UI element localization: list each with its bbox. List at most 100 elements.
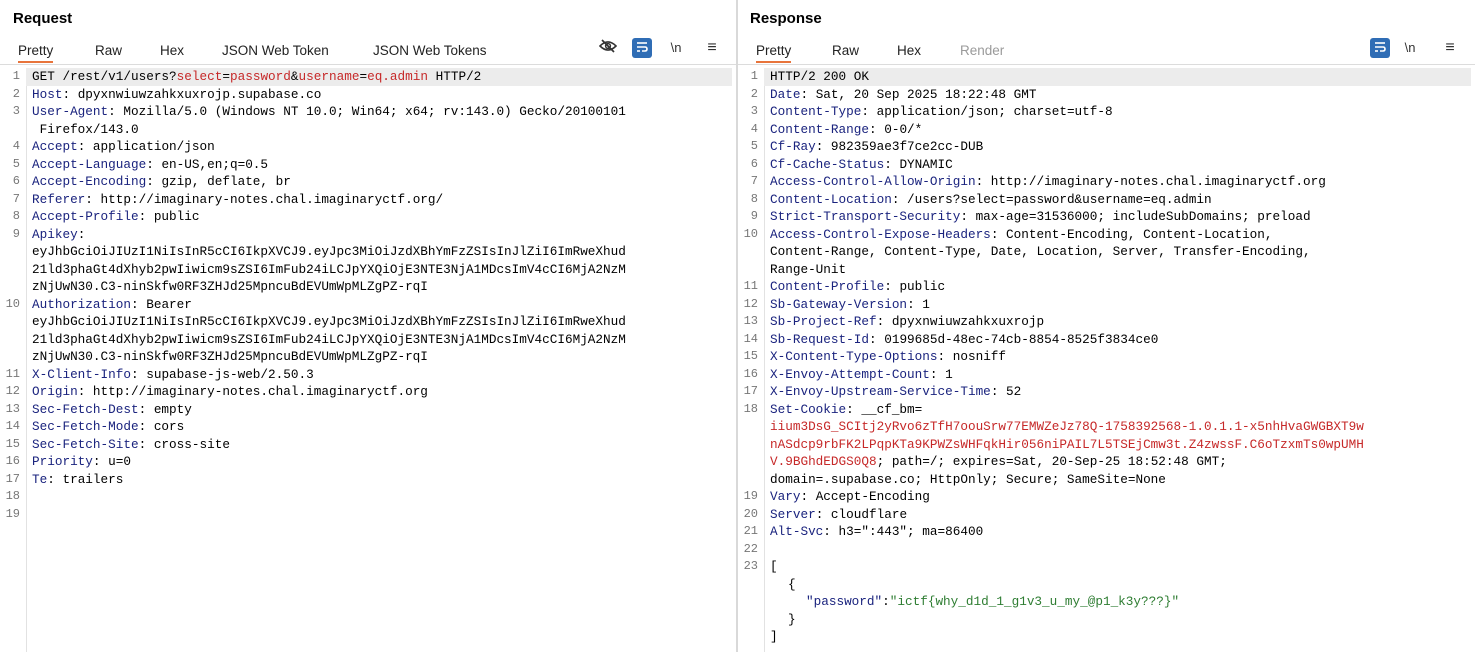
header-expose-headers-cont: Content-Range, Content-Type, Date, Locat…	[770, 244, 1311, 259]
header-sb-project-ref: Sb-Project-Ref: dpyxnwiuwzahkxuxrojp	[770, 314, 1045, 329]
header-accept-encoding: Accept-Encoding: gzip, deflate, br	[32, 174, 291, 189]
header-content-type: Content-Type: application/json; charset=…	[770, 104, 1113, 119]
line-number: 11	[743, 279, 758, 293]
json-brace-close: }	[788, 611, 796, 627]
line-number: 16	[743, 366, 758, 381]
hamburger-menu-icon[interactable]: ≡	[1440, 38, 1460, 58]
header-sb-gateway-version: Sb-Gateway-Version: 1	[770, 296, 930, 312]
header-origin: Origin: http://imaginary-notes.chal.imag…	[32, 384, 428, 399]
line-number: 7	[750, 174, 758, 188]
header-alt-svc: Alt-Svc: h3=":443"; ma=86400	[770, 524, 984, 539]
line-number: 7	[12, 191, 20, 206]
line-number: 2	[12, 86, 20, 101]
header-x-content-type-options: X-Content-Type-Options: nosniff	[770, 349, 1007, 364]
line-number: 8	[750, 191, 758, 206]
tab-hex[interactable]: Hex	[897, 43, 921, 58]
line-number: 12	[743, 296, 758, 311]
header-accept: Accept: application/json	[32, 139, 215, 154]
tab-render[interactable]: Render	[960, 43, 1004, 58]
line-number: 3	[750, 104, 758, 118]
response-editor[interactable]: 1 2 3 4 5 6 7 8 9 10 11 12 13 14 15 16 1…	[738, 68, 1475, 652]
json-bracket-close: ]	[770, 629, 778, 644]
header-cf-ray: Cf-Ray: 982359ae3f7ce2cc-DUB	[770, 139, 984, 154]
header-expose-headers-cont: Range-Unit	[770, 261, 847, 277]
header-apikey: Apikey:	[32, 226, 86, 242]
hamburger-menu-icon[interactable]: ≡	[702, 38, 722, 58]
cookie-value: nASdcp9rbFK2LPqpKTa9KPWZsWHFqkHir056niPA…	[770, 436, 1364, 452]
header-apikey-value: 21ld3phaGt4dXhyb2pwIiwicm9sZSI6ImFub24iL…	[32, 261, 626, 277]
tab-json-web-token[interactable]: JSON Web Token	[222, 43, 329, 58]
header-apikey-value: eyJhbGciOiJIUzI1NiIsInR5cCI6IkpXVCJ9.eyJ…	[32, 244, 626, 259]
header-server: Server: cloudflare	[770, 506, 908, 522]
request-toolbar: \n ≡	[598, 38, 728, 60]
newline-icon[interactable]: \n	[1400, 38, 1420, 58]
line-number-gutter: 1 2 3 4 5 6 7 8 9 10 11 12 13 14 15 16 1…	[738, 68, 765, 652]
line-number: 15	[5, 436, 20, 451]
line-number: 18	[5, 489, 20, 503]
tab-pretty[interactable]: Pretty	[756, 43, 792, 63]
line-number: 14	[5, 419, 20, 433]
response-title: Response	[750, 10, 822, 27]
header-x-envoy-attempt-count: X-Envoy-Attempt-Count: 1	[770, 366, 953, 382]
header-sb-request-id: Sb-Request-Id: 0199685d-48ec-74cb-8854-8…	[770, 331, 1159, 347]
line-number: 9	[12, 226, 20, 241]
tab-divider	[0, 64, 736, 65]
line-number: 1	[12, 69, 20, 83]
header-expose-headers: Access-Control-Expose-Headers: Content-E…	[770, 226, 1273, 242]
status-line: HTTP/2 200 OK	[764, 68, 1471, 86]
response-tabs: Pretty Raw Hex Render	[738, 40, 1475, 64]
header-authorization: Authorization: Bearer	[32, 296, 192, 312]
header-priority: Priority: u=0	[32, 454, 131, 469]
line-number: 11	[5, 366, 20, 381]
json-password-field: "password":"ictf{why_d1d_1_g1v3_u_my_@p1…	[806, 594, 1180, 609]
header-user-agent-cont: Firefox/143.0	[32, 121, 139, 137]
cookie-attributes: domain=.supabase.co; HttpOnly; Secure; S…	[770, 471, 1166, 487]
line-number: 17	[743, 384, 758, 398]
line-number: 4	[12, 139, 20, 153]
line-number: 10	[5, 296, 20, 311]
line-number: 21	[743, 524, 758, 538]
header-accept-profile: Accept-Profile: public	[32, 209, 200, 224]
header-user-agent: User-Agent: Mozilla/5.0 (Windows NT 10.0…	[32, 104, 626, 119]
newline-icon[interactable]: \n	[666, 38, 686, 58]
line-number: 22	[743, 541, 758, 556]
line-number: 1	[750, 69, 758, 83]
line-number: 5	[750, 139, 758, 153]
header-apikey-value: zNjUwN30.C3-ninSkfw0RF3ZHJd25MpncuBdEVUm…	[32, 279, 428, 294]
request-editor[interactable]: 1 2 3 4 5 6 7 8 9 10 11 12 13 14 15 16 1…	[0, 68, 736, 652]
wrap-icon[interactable]	[1370, 38, 1390, 58]
header-cf-cache-status: Cf-Cache-Status: DYNAMIC	[770, 156, 953, 172]
request-panel: Request Pretty Raw Hex JSON Web Token JS…	[0, 0, 736, 652]
line-number: 3	[12, 104, 20, 118]
line-number: 12	[5, 384, 20, 398]
line-number: 23	[743, 559, 758, 573]
line-number: 6	[12, 174, 20, 188]
tab-raw[interactable]: Raw	[95, 43, 122, 58]
tab-pretty[interactable]: Pretty	[18, 43, 54, 63]
line-number: 17	[5, 471, 20, 486]
line-number: 5	[12, 156, 20, 171]
header-host: Host: dpyxnwiuwzahkxuxrojp.supabase.co	[32, 86, 322, 102]
header-authorization-value: eyJhbGciOiJIUzI1NiIsInR5cCI6IkpXVCJ9.eyJ…	[32, 314, 626, 329]
tab-raw[interactable]: Raw	[832, 43, 859, 58]
line-number: 18	[743, 401, 758, 416]
tab-hex[interactable]: Hex	[160, 43, 184, 58]
header-sec-fetch-site: Sec-Fetch-Site: cross-site	[32, 436, 230, 452]
eye-slash-icon[interactable]	[598, 38, 618, 58]
header-content-range: Content-Range: 0-0/*	[770, 121, 923, 137]
header-hsts: Strict-Transport-Security: max-age=31536…	[770, 209, 1311, 224]
header-x-client-info: X-Client-Info: supabase-js-web/2.50.3	[32, 366, 314, 382]
header-sec-fetch-dest: Sec-Fetch-Dest: empty	[32, 401, 192, 417]
line-number: 2	[750, 86, 758, 101]
wrap-icon[interactable]	[632, 38, 652, 58]
request-line: GET /rest/v1/users?select=password&usern…	[26, 68, 732, 86]
tab-divider	[738, 64, 1475, 65]
line-number: 16	[5, 454, 20, 468]
header-authorization-value: 21ld3phaGt4dXhyb2pwIiwicm9sZSI6ImFub24iL…	[32, 331, 626, 347]
line-number: 19	[5, 506, 20, 521]
json-brace-open: {	[788, 576, 796, 592]
header-authorization-value: zNjUwN30.C3-ninSkfw0RF3ZHJd25MpncuBdEVUm…	[32, 349, 428, 364]
header-te: Te: trailers	[32, 471, 124, 487]
tab-json-web-tokens[interactable]: JSON Web Tokens	[373, 43, 487, 58]
line-number: 19	[743, 489, 758, 503]
